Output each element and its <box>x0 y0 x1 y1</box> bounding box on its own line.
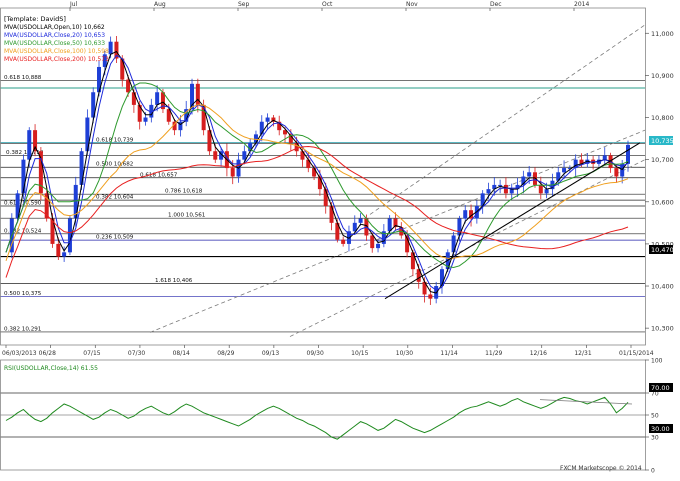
fib-label: 0.618 10,739 <box>96 138 134 144</box>
x-tick-label: 08/29 <box>217 350 234 357</box>
candle <box>370 235 375 249</box>
month-tick-label: Nov <box>406 1 418 8</box>
x-tick-label: 12/16 <box>530 350 547 357</box>
x-tick-label: 09/30 <box>307 350 324 357</box>
candle <box>602 155 607 160</box>
candle <box>498 184 503 186</box>
fib-label: 0.500 10,682 <box>96 162 133 168</box>
chart-canvas: 0.618 10,8880.618 10,7390.382 10,7100.50… <box>0 0 680 477</box>
x-tick-label: 08/14 <box>173 350 190 357</box>
y-tick-label: 10,300 <box>651 325 674 333</box>
x-tick-label: 01/15/2014 <box>619 350 654 357</box>
legend-mva-200: MVA(USDOLLAR,Close,200) 10,573 <box>4 56 109 63</box>
month-tick-label: Aug <box>154 1 166 8</box>
chart-window: 0.618 10,888 0.618 10,739 0.382 10,710 0.50… <box>0 0 680 477</box>
month-tick-label: Oct <box>322 1 333 8</box>
y-tick-label: 10,800 <box>651 114 674 122</box>
x-tick-label: 07/30 <box>128 350 145 357</box>
candle <box>213 151 218 160</box>
fib-label: 0.618 10,590 <box>4 200 42 206</box>
candle <box>62 252 67 257</box>
candle <box>27 130 32 160</box>
fib-label: 0.382 10,291 <box>4 326 42 332</box>
candle <box>376 243 381 249</box>
x-tick-label: 07/15 <box>83 350 100 357</box>
month-tick-label: Sep <box>238 1 250 8</box>
fib-label: 0.382 10,604 <box>96 195 134 201</box>
y-tick-label: 10,400 <box>651 283 674 291</box>
fib-label: 0.618 10,888 <box>4 75 42 81</box>
rsi-y-tick-label: 30 <box>651 435 659 442</box>
candle <box>614 168 619 177</box>
x-tick-label: 11/29 <box>485 350 502 357</box>
candle <box>358 218 363 223</box>
candle <box>242 151 247 160</box>
candle <box>451 235 456 253</box>
candle <box>143 117 148 122</box>
candle <box>544 189 549 194</box>
fib-label: 0.236 10,509 <box>96 235 134 241</box>
candle <box>131 92 136 105</box>
support-tag: 10,470 <box>651 246 674 254</box>
price-tag: 10,735 <box>651 137 674 145</box>
x-tick-label: 06/03/2013 <box>2 350 37 357</box>
legend-mva-10: MVA(USDOLLAR,Open,10) 10,662 <box>4 24 105 31</box>
candle <box>253 134 258 143</box>
candle <box>538 184 543 194</box>
legend-mva-50: MVA(USDOLLAR,Close,50) 10,633 <box>4 40 105 47</box>
y-tick-label: 10,900 <box>651 72 674 80</box>
candle <box>562 168 567 173</box>
rsi-y-tick-label: 0 <box>651 468 655 475</box>
candle <box>486 189 491 194</box>
candle <box>329 205 334 223</box>
candle <box>428 294 433 299</box>
x-tick-label: 06/28 <box>39 350 56 357</box>
y-tick-label: 10,600 <box>651 198 674 206</box>
rsi-y-tick-label: 100 <box>651 358 663 365</box>
legend-mva-20: MVA(USDOLLAR,Close,20) 10,653 <box>4 32 105 39</box>
month-tick-label: Jul <box>69 1 78 8</box>
template-label: [Template: DavidS] <box>4 15 66 23</box>
candle <box>108 41 113 55</box>
candle <box>463 210 468 219</box>
x-tick-label: 10/15 <box>351 350 368 357</box>
candle <box>626 144 630 164</box>
legend-mva-100: MVA(USDOLLAR,Close,100) 10,598 <box>4 48 109 55</box>
copyright-label: FXCM Marketscope © 2014 <box>560 465 642 472</box>
rsi-y-tick-label: 50 <box>651 413 659 420</box>
candle <box>503 184 508 194</box>
candle <box>137 104 142 122</box>
rsi-legend: RSI(USDOLLAR,Close,14) 61.55 <box>4 365 98 372</box>
candle <box>312 168 317 177</box>
month-tick-label: Dec <box>490 1 502 8</box>
month-tick-label: 2014 <box>574 1 589 8</box>
x-tick-label: 10/30 <box>396 350 413 357</box>
candle <box>56 243 61 257</box>
rsi-tag-70: 70.00 <box>651 384 670 392</box>
candle <box>341 239 346 244</box>
candle <box>155 92 160 105</box>
y-tick-label: 10,700 <box>651 156 674 164</box>
candle <box>265 117 270 122</box>
fib-label: 1.000 10,561 <box>168 213 206 219</box>
x-tick-label: 12/31 <box>574 350 591 357</box>
candle <box>230 168 235 177</box>
rsi-tag-30: 30.00 <box>651 425 670 433</box>
x-tick-label: 09/13 <box>262 350 279 357</box>
y-tick-label: 11,000 <box>651 30 674 38</box>
candle <box>527 172 532 177</box>
fib-label: 0.618 10,657 <box>140 172 178 178</box>
x-tick-label: 11/14 <box>440 350 457 357</box>
candle <box>509 189 514 194</box>
fib-label: 0.786 10,618 <box>165 189 203 195</box>
fib-label: 1.618 10,406 <box>155 278 193 284</box>
fib-label: 0.500 10,375 <box>4 291 42 297</box>
